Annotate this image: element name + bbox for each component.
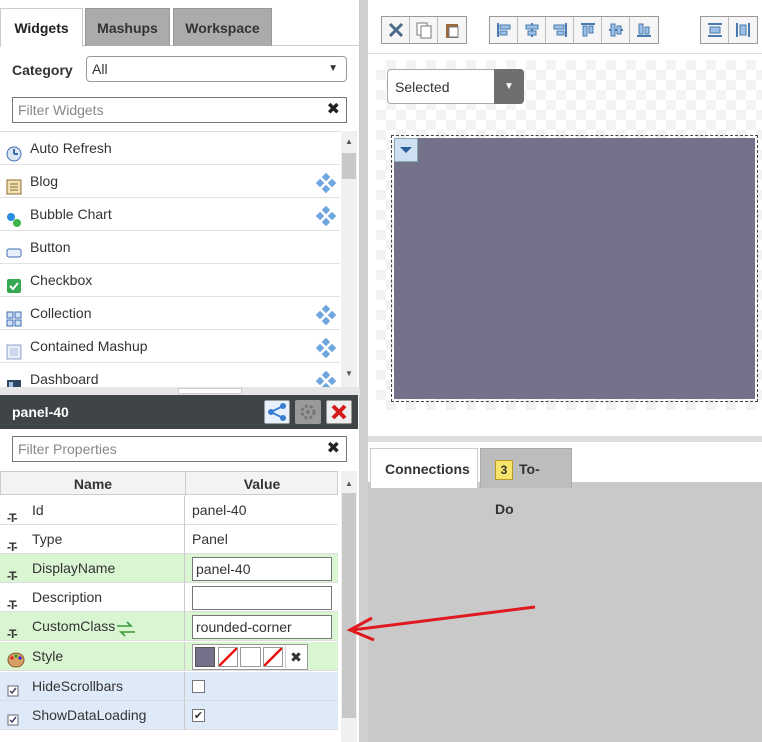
annotation-arrow [346,605,536,642]
